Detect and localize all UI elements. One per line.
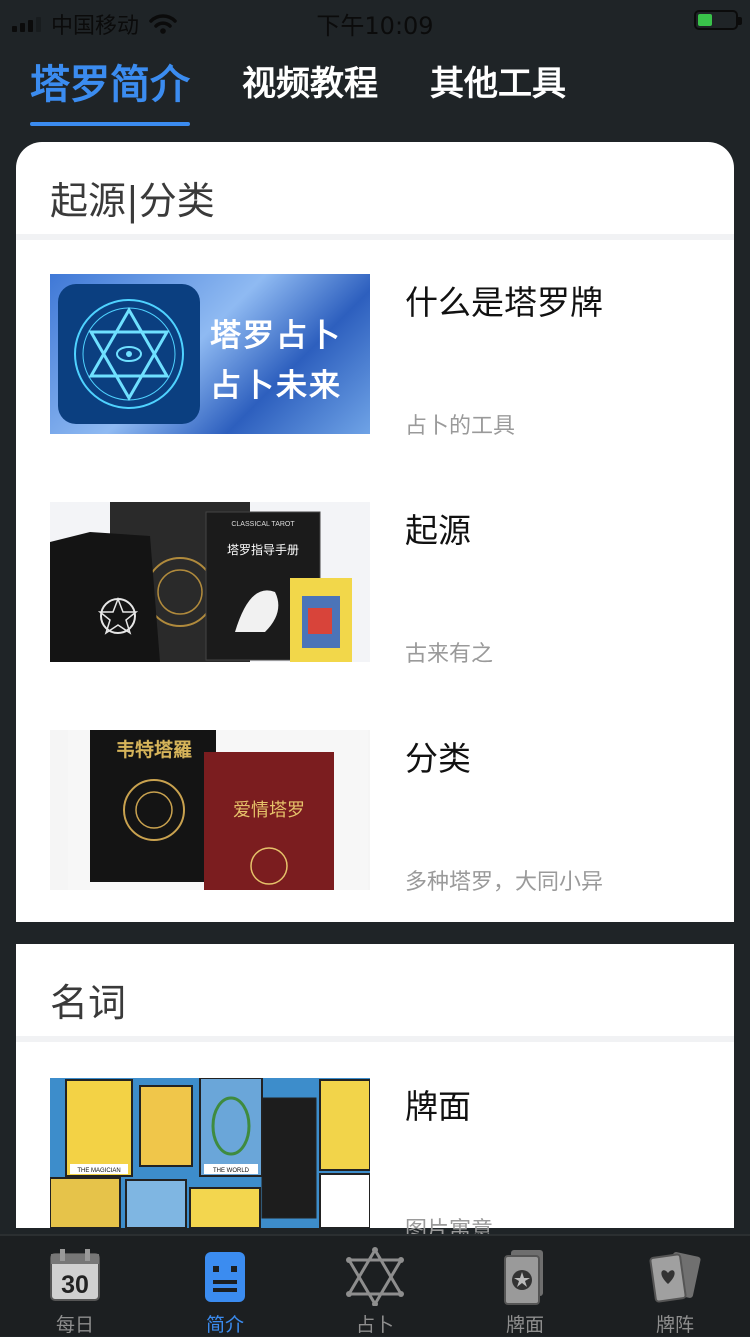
tarot-cards-collage-thumbnail: THE MAGICIAN THE WORLD: [50, 1078, 370, 1228]
bottom-tab-bar: 30 每日 简介 占卜 牌面 牌阵: [0, 1234, 750, 1336]
section-terms: 名词 THE MAGICIAN THE WORLD 牌面 图片寓意: [16, 944, 734, 1243]
hexagram-icon: [346, 1247, 404, 1306]
tarot-manual-label: 塔罗指导手册: [227, 542, 299, 557]
document-icon: [205, 1252, 245, 1302]
section-title: 起源|分类: [50, 179, 215, 223]
nav-label: 每日: [55, 1314, 94, 1336]
item-title: 起源: [405, 511, 471, 550]
item-subtitle: 占卜的工具: [405, 414, 516, 439]
nav-intro[interactable]: 简介: [150, 1236, 300, 1336]
nav-label: 占卜: [355, 1314, 394, 1336]
tab-other-tools[interactable]: 其他工具: [430, 56, 566, 126]
nav-divination[interactable]: 占卜: [300, 1236, 450, 1336]
battery-icon: [694, 10, 742, 30]
list-item-classification[interactable]: 韦特塔羅 爱情塔罗 分类 多种塔罗，大同小异: [16, 730, 734, 900]
thumbnail-text-line-2: 占卜未来: [210, 368, 342, 404]
list-item-origin[interactable]: CLASSICAL TAROT 塔罗指导手册 起源 古来有之: [16, 502, 734, 672]
cards-spread-icon: [649, 1252, 701, 1303]
hexagram-app-icon: [58, 284, 200, 424]
item-subtitle: 古来有之: [405, 642, 494, 667]
list-item-card-face[interactable]: THE MAGICIAN THE WORLD 牌面 图片寓意: [16, 1078, 734, 1243]
status-time: 下午10:09: [316, 12, 434, 40]
calendar-day-number: 30: [61, 1271, 89, 1299]
tarot-boxes-thumbnail: 韦特塔羅 爱情塔罗: [50, 730, 370, 890]
world-card-label: THE WORLD: [213, 1168, 250, 1174]
tab-video-tutorials[interactable]: 视频教程: [242, 56, 378, 126]
nav-spread[interactable]: 牌阵: [600, 1236, 750, 1336]
magician-card-label: THE MAGICIAN: [77, 1168, 120, 1174]
classical-tarot-label: CLASSICAL TAROT: [231, 521, 295, 528]
nav-label: 牌面: [505, 1314, 544, 1336]
nav-card-face[interactable]: 牌面: [450, 1236, 600, 1336]
tarot-app-thumbnail: 塔罗占卜 占卜未来: [50, 274, 370, 434]
nav-label: 简介: [205, 1314, 244, 1336]
status-bar: 中国移动 下午10:09: [0, 0, 750, 40]
item-title: 牌面: [405, 1087, 471, 1126]
item-subtitle: 多种塔罗，大同小异: [405, 870, 604, 895]
tab-tarot-intro[interactable]: 塔罗简介: [30, 52, 190, 126]
top-tab-bar: 塔罗简介 视频教程 其他工具: [30, 56, 566, 126]
nav-label: 牌阵: [655, 1314, 694, 1336]
tarot-deck-thumbnail: CLASSICAL TAROT 塔罗指导手册: [50, 502, 370, 662]
love-tarot-label: 爱情塔罗: [233, 800, 305, 821]
list-item-what-is-tarot[interactable]: 塔罗占卜 占卜未来 什么是塔罗牌 占卜的工具: [16, 274, 734, 444]
section-title: 名词: [50, 981, 127, 1025]
thumbnail-text-line-1: 塔罗占卜: [210, 318, 342, 354]
nav-daily[interactable]: 30 每日: [0, 1236, 150, 1336]
divider: [16, 234, 734, 240]
item-title: 分类: [405, 739, 471, 778]
divider: [16, 1036, 734, 1042]
section-origin-classification: 起源|分类 塔罗占卜 占卜未来 什么是塔罗牌 占卜的工具 CLASSICAL T…: [16, 142, 734, 922]
calendar-icon: 30: [50, 1249, 100, 1301]
card-icon: [504, 1250, 543, 1305]
waite-tarot-label: 韦特塔羅: [116, 738, 192, 761]
item-title: 什么是塔罗牌: [405, 283, 603, 322]
